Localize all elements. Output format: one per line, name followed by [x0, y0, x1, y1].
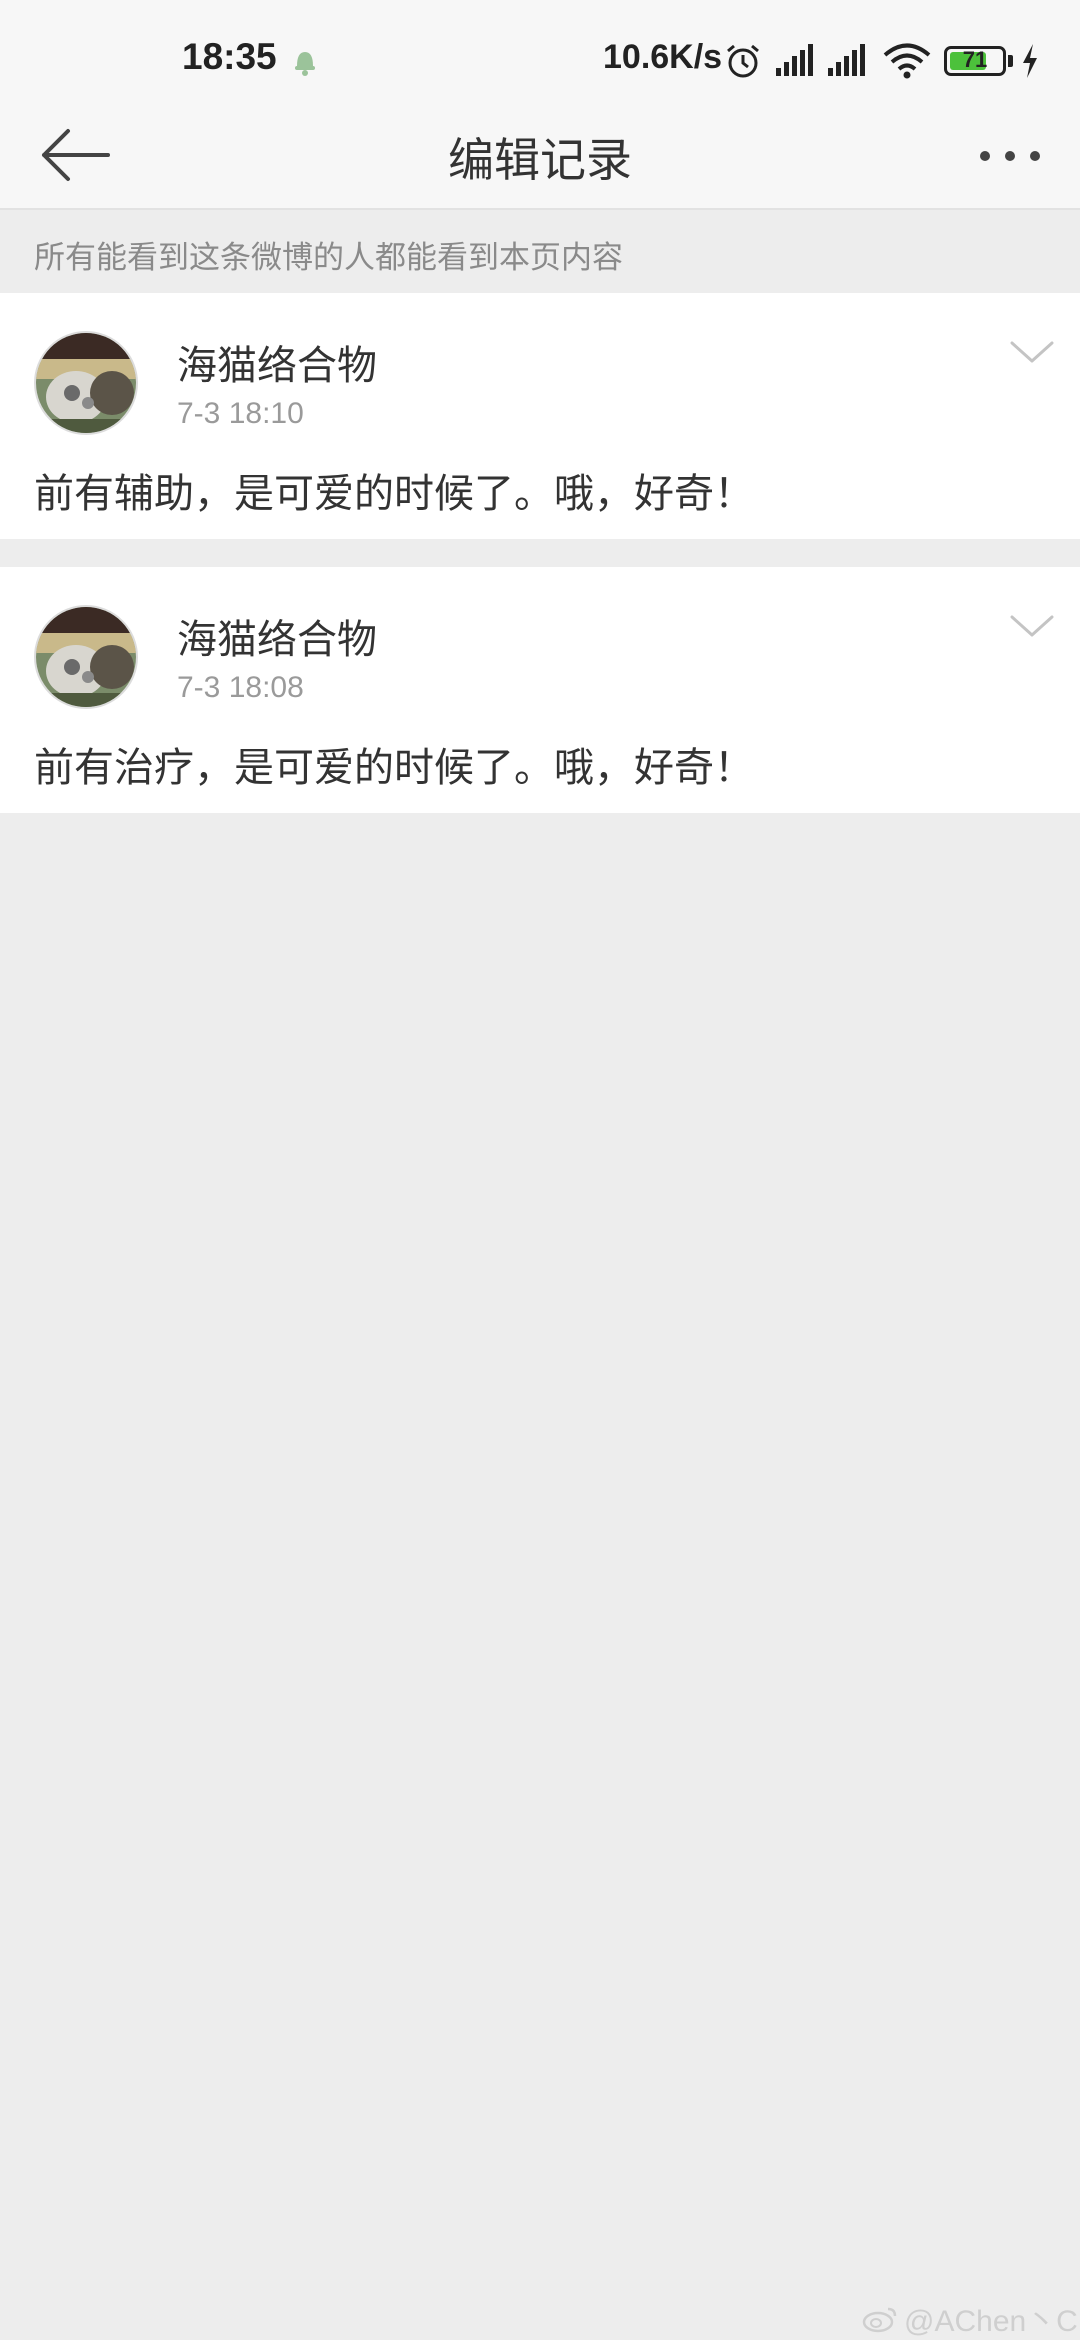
avatar[interactable]: [34, 605, 138, 709]
more-dots-icon: [980, 151, 1040, 161]
edit-time: 7-3 18:08: [177, 671, 304, 704]
notification-icon: [295, 52, 315, 76]
visibility-notice: 所有能看到这条微博的人都能看到本页内容: [0, 210, 1080, 292]
battery-icon: 71: [944, 46, 1006, 76]
more-button[interactable]: [960, 128, 1060, 184]
chevron-down-icon[interactable]: [1008, 335, 1056, 371]
network-speed: 10.6K/s: [603, 38, 723, 76]
chevron-down-icon[interactable]: [1008, 609, 1056, 645]
page-title: 编辑记录: [448, 133, 632, 187]
signal-icon: [828, 44, 865, 76]
post-content: 前有治疗，是可爱的时候了。哦，好奇！: [34, 745, 754, 791]
navigation-bar: 编辑记录: [0, 100, 1080, 210]
edit-time: 7-3 18:10: [177, 397, 304, 430]
notice-text: 所有能看到这条微博的人都能看到本页内容: [34, 240, 623, 276]
edit-record-card[interactable]: 海猫络合物 7-3 18:10 前有辅助，是可爱的时候了。哦，好奇！: [0, 293, 1080, 539]
signal-icon: [776, 44, 813, 76]
avatar-image: [36, 333, 136, 433]
weibo-logo-icon: [862, 2307, 897, 2333]
author-name[interactable]: 海猫络合物: [177, 607, 377, 665]
status-time: 18:35: [182, 36, 277, 77]
watermark-text: @AChen丶C: [904, 2305, 1078, 2338]
edit-record-card[interactable]: 海猫络合物 7-3 18:08 前有治疗，是可爱的时候了。哦，好奇！: [0, 567, 1080, 813]
post-content: 前有辅助，是可爱的时候了。哦，好奇！: [34, 471, 754, 517]
watermark: @AChen丶C: [862, 2296, 1078, 2340]
charging-icon: [1023, 44, 1037, 78]
edit-history-page: 18:35 10.6K/s 71 编辑记录 所有能看到这条微博的人都能看到本页内…: [0, 0, 1080, 2340]
author-name[interactable]: 海猫络合物: [177, 333, 377, 391]
alarm-icon: [727, 44, 759, 78]
battery-level: 71: [962, 47, 988, 72]
status-bar: 18:35 10.6K/s 71: [0, 0, 1080, 100]
wifi-icon: [883, 43, 931, 79]
avatar[interactable]: [34, 331, 138, 435]
battery-tip: [1008, 55, 1013, 67]
avatar-image: [36, 607, 136, 707]
